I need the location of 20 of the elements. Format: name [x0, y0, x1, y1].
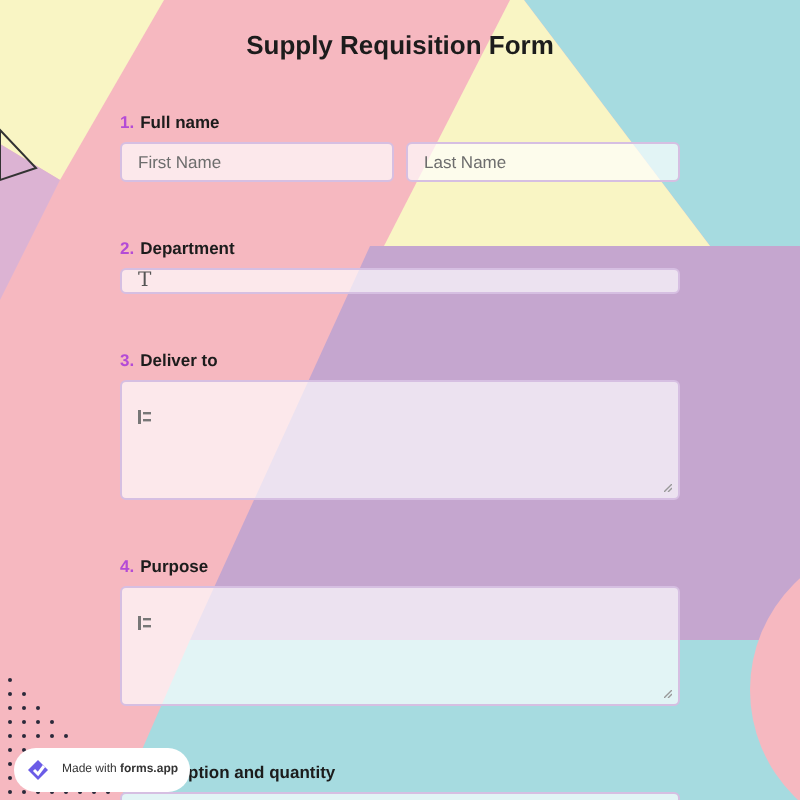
resize-icon	[664, 484, 672, 492]
text-area[interactable]	[120, 586, 680, 706]
text-icon: T	[138, 270, 152, 292]
resize-icon	[664, 690, 672, 698]
question-label: Purpose	[140, 556, 209, 576]
question-number: 3.	[120, 350, 135, 370]
form-title: Supply Requisition Form	[244, 30, 556, 60]
question-label: Deliver to	[140, 350, 218, 370]
name-field[interactable]: First Name	[120, 142, 394, 182]
name-field[interactable]: Last Name	[406, 142, 680, 182]
question-label: Department	[140, 238, 235, 258]
question-number: 2.	[120, 238, 135, 258]
question-number: 4.	[120, 556, 135, 576]
text-area[interactable]	[120, 380, 680, 500]
question-label: Full name	[140, 112, 220, 132]
question-label: ption and quantity	[188, 762, 336, 782]
paragraph-icon	[138, 410, 152, 424]
text-field[interactable]: T	[120, 268, 680, 294]
paragraph-icon	[138, 616, 152, 630]
question-number: 1.	[120, 112, 135, 132]
